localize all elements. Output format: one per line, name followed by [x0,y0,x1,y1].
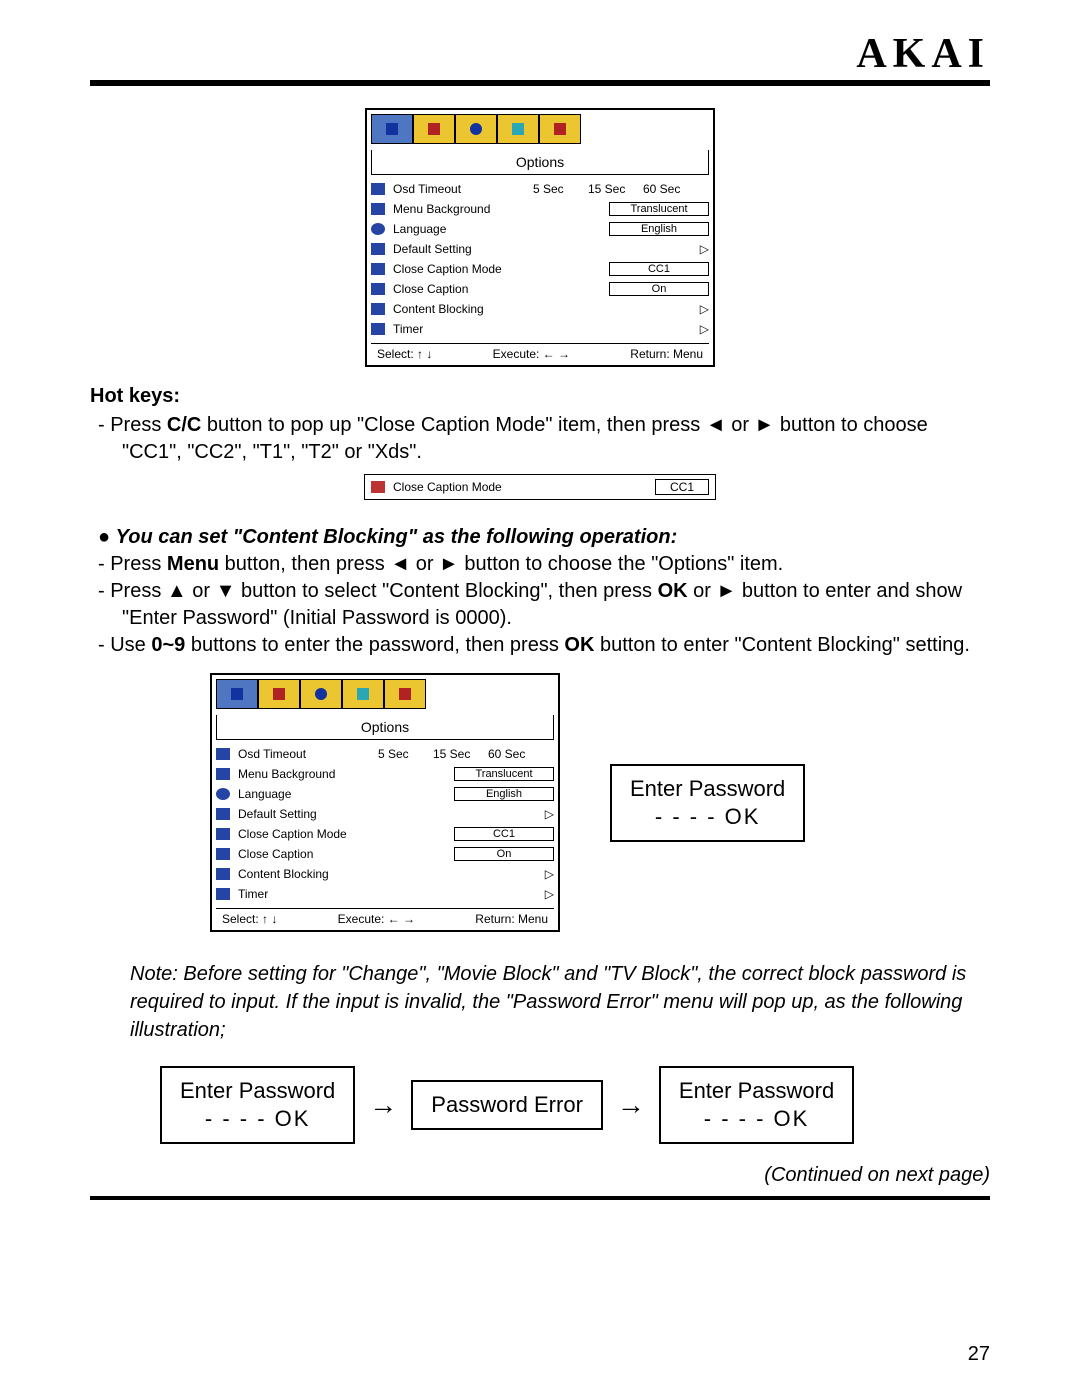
osd-label: Close Caption [393,282,533,296]
osd-value: 5 Sec [533,182,588,196]
osd-tab [384,679,426,709]
osd-tab-setup [455,114,497,144]
enter-password-label: Enter Password [630,776,785,802]
ccm-label: Close Caption Mode [393,480,502,494]
clock-icon [371,323,385,335]
hotkeys-bullet-1: Press C/C button to pop up "Close Captio… [122,412,990,466]
cb-bullet-1: Press Menu button, then press ◄ or ► but… [122,551,990,578]
arrow-right-icon: → [369,1089,397,1121]
osd-value: 15 Sec [588,182,643,196]
osd-label: Language [393,222,533,236]
osd-valuebox: English [609,222,709,236]
osd-row-ccm: Close Caption Mode CC1 [371,259,709,279]
continued-label: (Continued on next page) [764,1164,990,1186]
osd-row-timeout: Osd Timeout 5 Sec 15 Sec 60 Sec [371,179,709,199]
osd-label: Close Caption Mode [393,262,533,276]
osd-tab-sound [413,114,455,144]
header-rule [90,80,990,86]
osd-options-1: Options Osd Timeout 5 Sec 15 Sec 60 Sec … [365,108,715,367]
flow-enter-password-1: Enter Password - - - - OK [160,1066,355,1144]
content-blocking-heading: You can set "Content Blocking" as the fo… [122,524,990,551]
cb-bullet-2: Press ▲ or ▼ button to select "Content B… [122,578,990,632]
osd-row-cc: Close Caption On [371,279,709,299]
osd-row-menu-bg: Menu Background Translucent [371,199,709,219]
osd-tab-picture [371,114,413,144]
osd-label: Menu Background [393,202,533,216]
osd-foot-return: Return: Menu [630,347,703,361]
password-note: Note: Before setting for "Change", "Movi… [130,960,990,1044]
osd-row-default: Default Setting ▷ [371,239,709,259]
osd-valuebox: On [609,282,709,296]
osd-tab [300,679,342,709]
brand-logo: AKAI [856,30,990,78]
osd-options-2: Options Osd Timeout5 Sec15 Sec60 Sec Men… [210,673,560,932]
osd-valuebox: Translucent [609,202,709,216]
chevron-right-icon: ▷ [700,322,709,336]
enter-password-value: - - - - OK [630,804,785,830]
arrow-right-icon: → [617,1089,645,1121]
lock-icon [216,868,230,880]
osd-label: Content Blocking [393,302,533,316]
osd-foot-execute: Execute: ← → [493,347,570,361]
osd-label: Osd Timeout [393,182,533,196]
lock-icon [371,303,385,315]
osd-row-language: Language English [371,219,709,239]
osd-valuebox: CC1 [609,262,709,276]
enter-password-box: Enter Password - - - - OK [610,764,805,842]
osd-tab [258,679,300,709]
flow-password-error: Password Error [411,1080,603,1130]
ccm-single-row: Close Caption Mode CC1 [364,474,716,500]
osd-title: Options [371,150,709,175]
clock-icon [216,888,230,900]
hotkeys-heading: Hot keys: [90,383,990,410]
osd-row-timer: Timer ▷ [371,319,709,339]
osd-tab [342,679,384,709]
osd-value: 60 Sec [643,182,698,196]
page-number: 27 [968,1343,990,1366]
osd-tab [216,679,258,709]
chevron-right-icon: ▷ [700,242,709,256]
osd-label: Timer [393,322,533,336]
flow-enter-password-2: Enter Password - - - - OK [659,1066,854,1144]
osd-label: Default Setting [393,242,533,256]
osd-row-content-blocking: Content Blocking ▷ [371,299,709,319]
footer-rule [90,1196,990,1200]
osd-title: Options [216,715,554,740]
osd-tab-options [539,114,581,144]
osd-foot-select: Select: ↑ ↓ [377,347,432,361]
cb-bullet-3: Use 0~9 buttons to enter the password, t… [122,632,990,659]
ccm-value: CC1 [655,479,709,495]
osd-tab-tools [497,114,539,144]
chevron-right-icon: ▷ [700,302,709,316]
